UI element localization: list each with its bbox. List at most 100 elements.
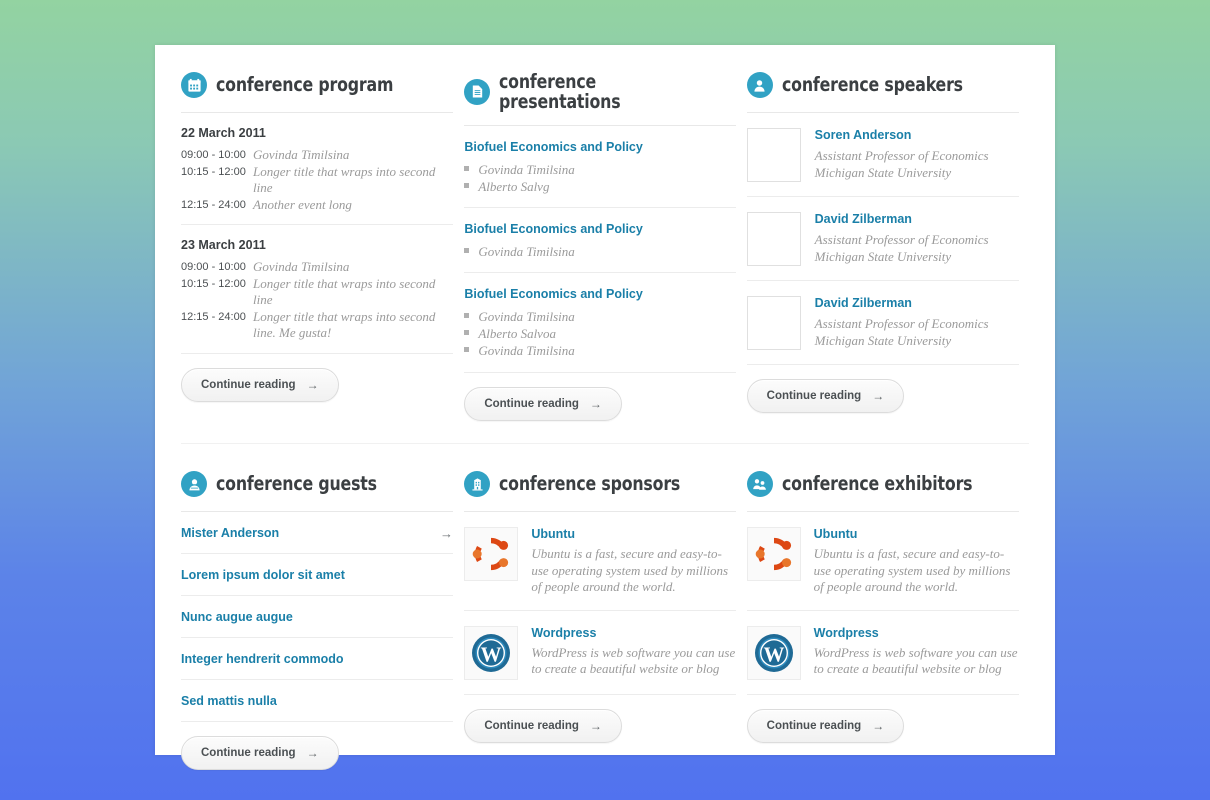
presentation-title[interactable]: Biofuel Economics and Policy xyxy=(464,140,736,155)
event-title: Longer title that wraps into second line xyxy=(253,163,436,196)
exhibitors-header: conference exhibitors xyxy=(746,444,1019,497)
author-item: Govinda Timilsina xyxy=(464,308,736,325)
exhibitors-continue-reading-button[interactable]: Continue reading → xyxy=(746,708,905,743)
speaker-affiliation: Michigan State University xyxy=(814,164,952,180)
speakers-continue-reading-button[interactable]: Continue reading → xyxy=(746,379,905,413)
program-event[interactable]: 10:15 - 12:00 Longer title that wraps in… xyxy=(181,164,453,197)
button-label: Continue reading xyxy=(484,398,579,410)
widget-row-top: conference program 22 March 2011 09:00 -… xyxy=(155,45,1055,421)
guest-item[interactable]: Integer hendrerit commodo xyxy=(181,638,453,680)
sponsor-name[interactable]: Ubuntu xyxy=(531,527,736,541)
bullet-square-icon xyxy=(464,166,470,171)
sponsor-item: W Wordpress WordPress is web software yo… xyxy=(464,609,737,694)
guest-item[interactable]: Mister Anderson → xyxy=(181,512,453,554)
program-title: conference program xyxy=(216,73,394,97)
divider xyxy=(746,364,1019,365)
speaker-affiliation: Michigan State University xyxy=(814,248,952,264)
calendar-icon xyxy=(181,72,207,98)
speaker-name[interactable]: David Zilberman xyxy=(815,212,989,226)
program-event[interactable]: 12:15 - 24:00 Another event long xyxy=(181,197,453,214)
arrow-right-icon: → xyxy=(440,525,453,541)
program-event[interactable]: 09:00 - 10:00 Govinda Timilsina xyxy=(181,259,453,276)
program-day-date: 23 March 2011 xyxy=(181,238,266,252)
sponsor-name[interactable]: Wordpress xyxy=(531,626,736,640)
event-title: Govinda Timilsina xyxy=(253,147,350,162)
wordpress-logo: W xyxy=(746,625,801,680)
button-label: Continue reading xyxy=(484,719,579,732)
button-label: Continue reading xyxy=(766,719,862,732)
author-name: Alberto Salvoa xyxy=(478,326,556,341)
presentation-title[interactable]: Biofuel Economics and Policy xyxy=(464,222,736,237)
bullet-square-icon xyxy=(464,330,470,335)
program-event[interactable]: 12:15 - 24:00 Longer title that wraps in… xyxy=(181,309,453,342)
divider xyxy=(464,693,737,695)
guest-item[interactable]: Lorem ipsum dolor sit amet xyxy=(181,554,453,596)
guest-item[interactable]: Nunc augue augue xyxy=(181,596,453,638)
guest-name: Lorem ipsum dolor sit amet xyxy=(181,568,345,582)
document-icon xyxy=(464,78,491,105)
arrow-right-icon: → xyxy=(589,718,602,733)
speaker-item: David Zilberman Assistant Professor of E… xyxy=(746,280,1019,364)
author-item: Alberto Salvoa xyxy=(464,325,736,342)
guests-continue-reading-button[interactable]: Continue reading → xyxy=(181,736,339,770)
speaker-meta: Assistant Professor of Economics Michiga… xyxy=(815,148,989,181)
exhibitor-item: W Wordpress WordPress is web software yo… xyxy=(746,609,1019,694)
presentations-title: conference presentations xyxy=(499,70,621,113)
event-time: 10:15 - 12:00 xyxy=(181,277,246,290)
guest-name: Sed mattis nulla xyxy=(181,694,277,708)
speaker-affiliation: Michigan State University xyxy=(814,332,952,348)
guest-item[interactable]: Sed mattis nulla xyxy=(181,680,453,722)
presentation-item: Biofuel Economics and Policy Govinda Tim… xyxy=(464,207,737,260)
arrow-right-icon: → xyxy=(589,397,602,411)
presentation-item: Biofuel Economics and Policy Govinda Tim… xyxy=(464,272,737,359)
sponsors-continue-reading-button[interactable]: Continue reading → xyxy=(464,708,622,743)
speaker-role: Assistant Professor of Economics xyxy=(814,316,989,331)
exhibitor-description: WordPress is web software you can use to… xyxy=(813,644,1018,677)
screen: conference program 22 March 2011 09:00 -… xyxy=(0,0,1210,800)
button-label: Continue reading xyxy=(201,378,296,391)
speaker-item: David Zilberman Assistant Professor of E… xyxy=(746,196,1019,280)
speaker-meta: Assistant Professor of Economics Michiga… xyxy=(815,316,989,349)
widget-conference-exhibitors: conference exhibitors Ubuntu Ubuntu is a… xyxy=(746,444,1029,770)
arrow-right-icon: → xyxy=(872,389,885,403)
avatar xyxy=(746,128,801,182)
speakers-header: conference speakers xyxy=(746,45,1019,98)
arrow-right-icon: → xyxy=(306,377,319,392)
guest-icon xyxy=(181,471,207,497)
presentations-continue-reading-button[interactable]: Continue reading → xyxy=(464,387,622,421)
exhibitor-name[interactable]: Wordpress xyxy=(814,626,1019,640)
speaker-role: Assistant Professor of Economics xyxy=(814,232,989,247)
presentation-title[interactable]: Biofuel Economics and Policy xyxy=(464,287,736,302)
program-day-date: 22 March 2011 xyxy=(181,126,266,140)
bullet-square-icon xyxy=(464,313,470,318)
author-item: Alberto Salvg xyxy=(464,178,736,195)
bullet-square-icon xyxy=(464,347,470,352)
author-item: Govinda Timilsina xyxy=(464,342,736,359)
widget-conference-speakers: conference speakers Soren Anderson Assis… xyxy=(746,45,1029,421)
sponsors-header: conference sponsors xyxy=(464,444,736,497)
program-event[interactable]: 09:00 - 10:00 Govinda Timilsina xyxy=(181,147,453,164)
presentation-authors: Govinda Timilsina Alberto Salvg xyxy=(464,161,736,195)
presentation-item: Biofuel Economics and Policy Govinda Tim… xyxy=(464,126,736,195)
speaker-meta: Assistant Professor of Economics Michiga… xyxy=(815,232,989,265)
sponsor-description: WordPress is web software you can use to… xyxy=(531,644,736,677)
program-continue-reading-button[interactable]: Continue reading → xyxy=(181,367,339,402)
event-time: 12:15 - 24:00 xyxy=(181,310,246,323)
speaker-name[interactable]: David Zilberman xyxy=(815,296,989,310)
button-label: Continue reading xyxy=(766,390,862,402)
event-time: 10:15 - 12:00 xyxy=(181,165,246,178)
exhibitor-item: Ubuntu Ubuntu is a fast, secure and easy… xyxy=(746,512,1019,610)
speaker-name[interactable]: Soren Anderson xyxy=(815,128,989,142)
event-title: Longer title that wraps into second line xyxy=(253,275,436,308)
speakers-title: conference speakers xyxy=(781,73,963,97)
guest-name: Integer hendrerit commodo xyxy=(181,652,344,666)
guest-name: Nunc augue augue xyxy=(181,610,293,624)
program-day: 23 March 2011 09:00 - 10:00 Govinda Timi… xyxy=(181,224,453,342)
exhibitor-name[interactable]: Ubuntu xyxy=(814,527,1019,541)
author-name: Govinda Timilsina xyxy=(478,343,575,358)
sponsors-title: conference sponsors xyxy=(499,472,681,496)
user-icon xyxy=(746,72,773,98)
program-event[interactable]: 10:15 - 12:00 Longer title that wraps in… xyxy=(181,276,453,309)
widget-conference-sponsors: conference sponsors Ubuntu Ubuntu is a f… xyxy=(464,444,746,770)
author-item: Govinda Timilsina xyxy=(464,243,736,260)
